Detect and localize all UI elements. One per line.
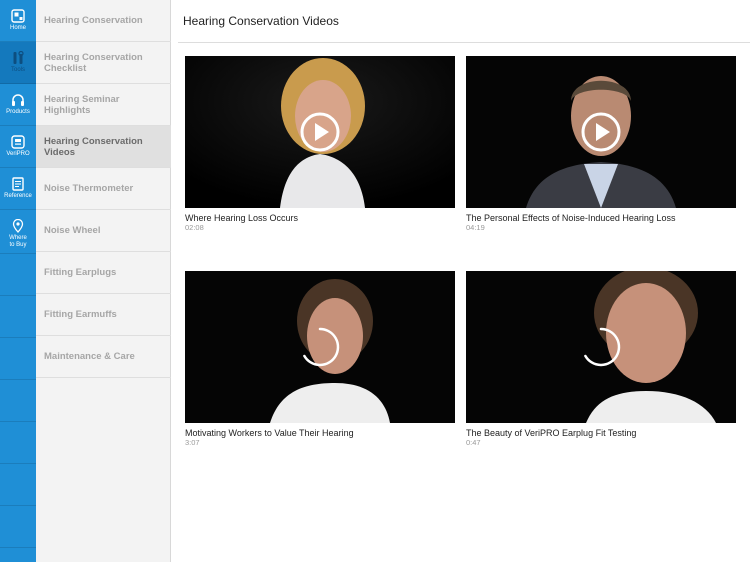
rail-label-veripro: VeriPRO [6,151,30,157]
rail-empty-slot [0,506,36,548]
rail-label-products: Products [6,109,30,115]
headphones-icon [12,94,24,106]
video-title[interactable]: The Personal Effects of Noise-Induced He… [466,213,736,223]
video-card[interactable]: Where Hearing Loss Occurs 02:08 [185,56,455,232]
rail-empty-slot [0,422,36,464]
submenu-item-videos[interactable]: Hearing Conservation Videos [36,126,171,168]
submenu-item-seminar-highlights[interactable]: Hearing Seminar Highlights [36,84,171,126]
video-title[interactable]: Motivating Workers to Value Their Hearin… [185,428,455,438]
location-pin-icon [12,219,24,233]
video-thumbnail[interactable] [466,56,736,208]
submenu-item-noise-thermometer[interactable]: Noise Thermometer [36,168,171,210]
play-icon[interactable] [300,112,340,152]
rail-label-where-to-buy: Where to Buy [9,235,27,248]
rail-item-products[interactable]: Products [0,84,36,126]
rail-label-reference: Reference [4,193,32,199]
rail-item-where-to-buy[interactable]: Where to Buy [0,210,36,254]
video-duration: 02:08 [185,223,204,232]
rail-item-reference[interactable]: Reference [0,168,36,210]
video-thumbnail[interactable] [185,56,455,208]
video-title[interactable]: Where Hearing Loss Occurs [185,213,455,223]
submenu-item-hearing-conservation[interactable]: Hearing Conservation [36,0,171,42]
video-thumbnail[interactable] [466,271,736,423]
submenu-item-noise-wheel[interactable]: Noise Wheel [36,210,171,252]
rail-empty-slot [0,380,36,422]
play-icon[interactable] [581,112,621,152]
video-card[interactable]: Motivating Workers to Value Their Hearin… [185,271,455,447]
document-icon [12,177,24,191]
navigation-rail: Home Tools Products VeriPRO Reference Wh… [0,0,36,562]
rail-empty-slot [0,254,36,296]
rail-empty-slot [0,338,36,380]
loading-spinner-icon [303,327,340,367]
rail-label-tools: Tools [10,67,25,73]
rail-empty-slot [0,464,36,506]
rail-item-tools[interactable]: Tools [0,42,36,84]
video-thumbnail[interactable] [185,271,455,423]
page-title: Hearing Conservation Videos [183,14,339,28]
video-title[interactable]: The Beauty of VeriPRO Earplug Fit Testin… [466,428,736,438]
rail-label-home: Home [9,25,26,31]
rail-empty-slot [0,296,36,338]
submenu-item-checklist[interactable]: Hearing Conservation Checklist [36,42,171,84]
title-divider [178,42,750,43]
video-duration: 0:47 [466,438,481,447]
loading-spinner-icon [584,327,621,367]
submenu-item-fitting-earplugs[interactable]: Fitting Earplugs [36,252,171,294]
veripro-icon [11,135,25,149]
video-duration: 04:19 [466,223,485,232]
tools-icon [13,51,24,64]
video-duration: 3:07 [185,438,200,447]
home-icon [11,9,25,23]
submenu-item-maintenance-care[interactable]: Maintenance & Care [36,336,171,378]
rail-item-home[interactable]: Home [0,0,36,42]
submenu-item-fitting-earmuffs[interactable]: Fitting Earmuffs [36,294,171,336]
tools-submenu: Hearing Conservation Hearing Conservatio… [36,0,171,562]
video-card[interactable]: The Beauty of VeriPRO Earplug Fit Testin… [466,271,736,447]
video-card[interactable]: The Personal Effects of Noise-Induced He… [466,56,736,232]
rail-item-veripro[interactable]: VeriPRO [0,126,36,168]
